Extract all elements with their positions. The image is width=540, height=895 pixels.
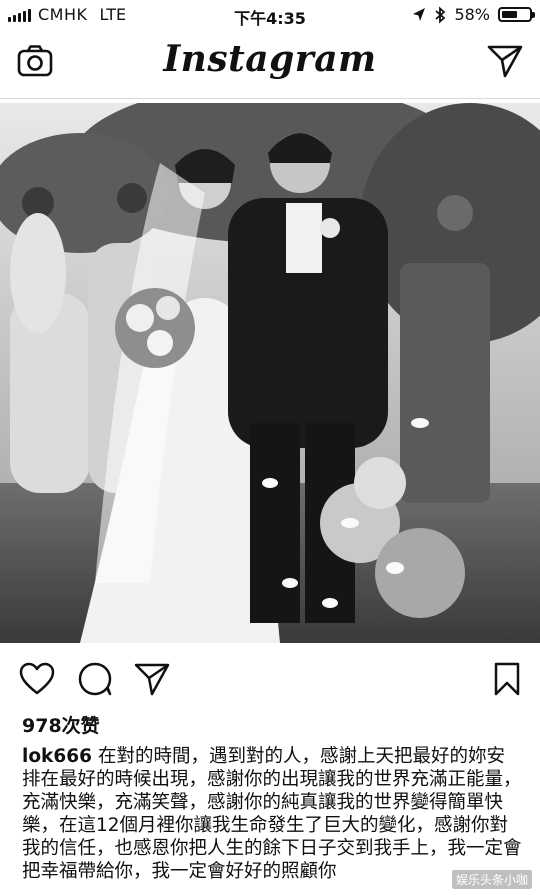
bluetooth-icon xyxy=(435,6,446,23)
post-photo[interactable] xyxy=(0,103,540,643)
post-caption: lok666 在對的時間，遇到對的人，感謝上天把最好的妳安排在最好的時候出現，感謝… xyxy=(22,745,522,883)
carrier-label: CMHK xyxy=(38,5,88,24)
status-right: 58% xyxy=(412,5,535,24)
comment-icon[interactable] xyxy=(76,660,114,698)
caption-username[interactable]: lok666 xyxy=(22,746,92,767)
battery-icon xyxy=(498,7,535,22)
location-icon xyxy=(413,7,426,21)
status-bar: CMHK LTE 下午4:35 58% xyxy=(0,0,540,30)
instagram-logo: Instagram xyxy=(163,38,377,80)
share-icon[interactable] xyxy=(133,660,171,698)
signal-icon xyxy=(8,8,31,22)
heart-icon[interactable] xyxy=(18,660,56,698)
direct-message-icon[interactable] xyxy=(486,42,524,80)
status-left: CMHK LTE xyxy=(8,5,126,24)
app-header: Instagram xyxy=(0,32,540,96)
wedding-photo xyxy=(0,103,540,643)
caption-text: 在對的時間，遇到對的人，感謝上天把最好的妳安排在最好的時候出現，感謝你的出現讓我… xyxy=(22,746,522,882)
battery-percent: 58% xyxy=(454,5,490,24)
header-divider xyxy=(0,98,540,99)
post-action-bar xyxy=(0,654,540,700)
likes-count[interactable]: 978次赞 xyxy=(22,711,100,738)
watermark-text: 娱乐头条小咖 xyxy=(451,870,532,889)
battery-level xyxy=(502,11,518,18)
network-label: LTE xyxy=(99,5,127,24)
bookmark-icon[interactable] xyxy=(488,660,526,698)
